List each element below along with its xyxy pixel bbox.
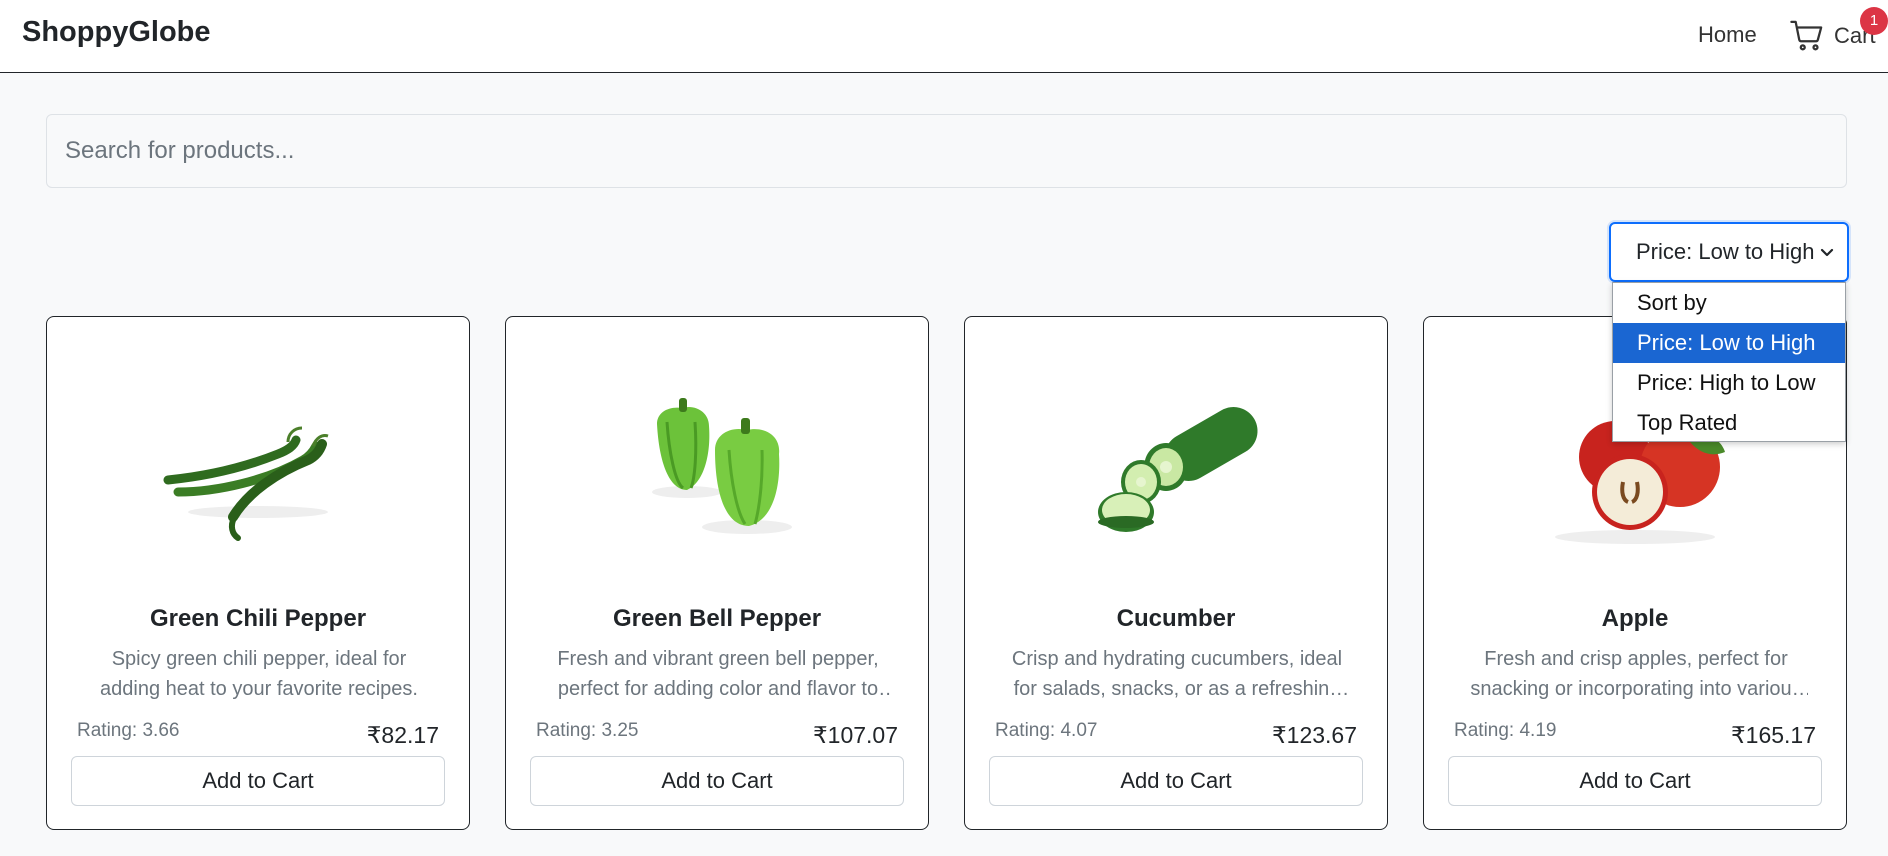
product-price: ₹165.17 [1731, 722, 1816, 748]
product-title: Apple [1601, 605, 1669, 632]
cucumber-image [1098, 407, 1258, 532]
sort-option-default[interactable]: Sort by [1613, 283, 1845, 323]
chevron-down-icon [1820, 248, 1834, 257]
product-price: ₹82.17 [366, 722, 439, 748]
brand-logo[interactable]: ShoppyGlobe [22, 16, 211, 49]
product-rating: Rating: 4.19 [1454, 720, 1557, 741]
product-rating: Rating: 3.66 [77, 720, 180, 741]
product-card: Green Chili Pepper Spicy green chili pep… [46, 316, 470, 830]
add-to-cart-button[interactable]: Add to Cart [71, 756, 445, 806]
product-title: Green Chili Pepper [149, 605, 367, 632]
search-input[interactable] [46, 114, 1847, 188]
nav-home-link[interactable]: Home [1698, 22, 1757, 48]
product-description: Crisp and hydrating cucumbers, ideal for… [1011, 648, 1343, 700]
shopping-cart-icon [1790, 20, 1823, 51]
product-title: Cucumber [1116, 605, 1236, 632]
product-title: Green Bell Pepper [612, 605, 822, 632]
product-price: ₹107.07 [813, 722, 898, 748]
product-description: Spicy green chili pepper, ideal for addi… [100, 648, 418, 700]
sort-selected-value: Price: Low to High [1636, 239, 1815, 264]
product-image [506, 317, 928, 607]
add-to-cart-button[interactable]: Add to Cart [530, 756, 904, 806]
product-card: Cucumber Crisp and hydrating cucumbers, … [964, 316, 1388, 830]
product-card: Green Bell Pepper Fresh and vibrant gree… [505, 316, 929, 830]
product-description: Fresh and vibrant green bell pepper, per… [557, 648, 879, 700]
product-image [965, 317, 1387, 607]
product-image [47, 317, 469, 607]
sort-dropdown-menu: Sort by Price: Low to High Price: High t… [1612, 282, 1846, 442]
sort-select[interactable]: Price: Low to High [1609, 222, 1849, 282]
product-description: Fresh and crisp apples, perfect for snac… [1470, 648, 1802, 700]
sort-option-price-high-low[interactable]: Price: High to Low [1613, 363, 1845, 403]
chili-pepper-image [163, 426, 329, 541]
add-to-cart-button[interactable]: Add to Cart [989, 756, 1363, 806]
sort-option-top-rated[interactable]: Top Rated [1613, 403, 1845, 443]
bell-pepper-image [652, 398, 792, 534]
cart-count-badge: 1 [1860, 7, 1888, 35]
product-price: ₹123.67 [1272, 722, 1357, 748]
sort-option-price-low-high[interactable]: Price: Low to High [1613, 323, 1845, 363]
navbar: ShoppyGlobe Home Cart 1 [0, 0, 1888, 73]
product-rating: Rating: 4.07 [995, 720, 1098, 741]
product-rating: Rating: 3.25 [536, 720, 639, 741]
add-to-cart-button[interactable]: Add to Cart [1448, 756, 1822, 806]
